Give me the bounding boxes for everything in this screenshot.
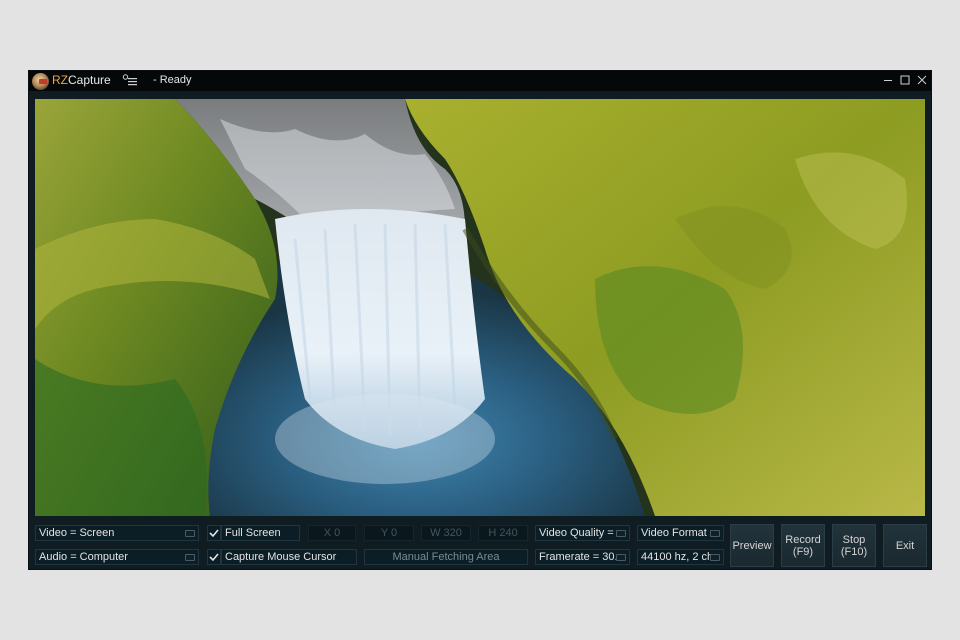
- checkmark-icon: [209, 553, 219, 562]
- status-text: - Ready: [153, 74, 192, 86]
- full-screen-checkbox[interactable]: [207, 525, 221, 541]
- video-format-select[interactable]: Video Format =: [637, 525, 724, 541]
- dropdown-icon: [616, 530, 626, 537]
- dropdown-icon: [185, 554, 195, 561]
- checkmark-icon: [209, 529, 219, 538]
- audio-source-value: Audio = Computer: [39, 551, 128, 563]
- waterfall-image: [35, 99, 925, 516]
- video-quality-select[interactable]: Video Quality = :: [535, 525, 630, 541]
- video-quality-value: Video Quality = :: [539, 527, 617, 539]
- y-label: Y: [380, 527, 388, 539]
- x-value: 0: [334, 527, 341, 539]
- dropdown-icon: [616, 554, 626, 561]
- manual-area-text: Manual Fetching Area: [392, 551, 500, 563]
- dropdown-icon: [710, 530, 720, 537]
- dropdown-icon: [185, 530, 195, 537]
- stop-button[interactable]: Stop (F10): [832, 524, 876, 567]
- close-icon[interactable]: [915, 73, 929, 87]
- app-logo-icon: [32, 73, 49, 90]
- app-title: RZCapture: [52, 73, 111, 87]
- audio-source-select[interactable]: Audio = Computer: [35, 549, 199, 565]
- framerate-value: Framerate = 30.0: [539, 551, 617, 563]
- video-source-select[interactable]: Video = Screen: [35, 525, 199, 541]
- capture-cursor-checkbox[interactable]: [207, 549, 221, 565]
- exit-button[interactable]: Exit: [883, 524, 927, 567]
- video-format-value: Video Format =: [641, 527, 713, 539]
- y-field[interactable]: Y 0: [364, 525, 414, 541]
- framerate-select[interactable]: Framerate = 30.0: [535, 549, 630, 565]
- title-bar[interactable]: RZCapture - Ready: [29, 71, 931, 91]
- full-screen-label[interactable]: Full Screen: [221, 525, 300, 541]
- dropdown-icon: [710, 554, 720, 561]
- app-title-rest: Capture: [68, 73, 111, 87]
- w-value: 320: [443, 527, 462, 539]
- h-field[interactable]: H 240: [478, 525, 528, 541]
- y-value: 0: [391, 527, 398, 539]
- h-value: 240: [499, 527, 518, 539]
- record-button[interactable]: Record (F9): [781, 524, 825, 567]
- capture-preview: [35, 99, 925, 516]
- capture-cursor-text: Capture Mouse Cursor: [225, 551, 337, 563]
- audio-format-select[interactable]: 44100 hz, 2 ch(: [637, 549, 724, 565]
- h-label: H: [488, 527, 497, 539]
- capture-cursor-label[interactable]: Capture Mouse Cursor: [221, 549, 357, 565]
- app-title-prefix: RZ: [52, 73, 68, 87]
- full-screen-text: Full Screen: [225, 527, 281, 539]
- preview-button[interactable]: Preview: [730, 524, 774, 567]
- app-window: RZCapture - Ready Video = Screen Full Sc…: [28, 70, 932, 570]
- audio-format-value: 44100 hz, 2 ch(: [641, 551, 713, 563]
- video-source-value: Video = Screen: [39, 527, 115, 539]
- minimize-icon[interactable]: [881, 73, 895, 87]
- manual-fetching-area-button[interactable]: Manual Fetching Area: [364, 549, 528, 565]
- x-field[interactable]: X 0: [308, 525, 356, 541]
- maximize-icon[interactable]: [898, 73, 912, 87]
- w-field[interactable]: W 320: [421, 525, 471, 541]
- menu-list-icon[interactable]: [122, 74, 138, 87]
- x-label: X: [323, 527, 332, 539]
- w-label: W: [430, 527, 441, 539]
